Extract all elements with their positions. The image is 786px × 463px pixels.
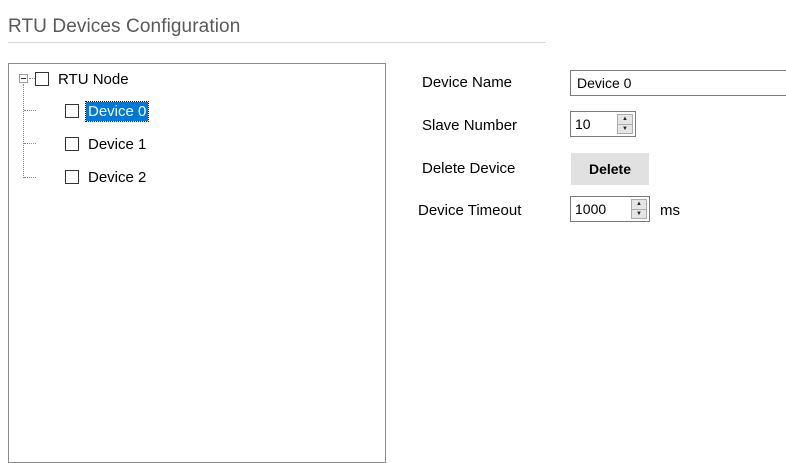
stepper-buttons[interactable]: ▲ ▼ <box>631 199 647 219</box>
tree-checkbox[interactable] <box>35 72 49 86</box>
tree-item-label[interactable]: Device 1 <box>86 135 148 154</box>
device-timeout-value[interactable]: 1000 <box>571 201 631 217</box>
increment-icon[interactable]: ▲ <box>632 200 646 209</box>
timeout-unit: ms <box>660 202 680 219</box>
delete-device-label: Delete Device <box>422 160 516 177</box>
tree-item-label[interactable]: Device 0 <box>84 100 150 122</box>
tree-checkbox[interactable] <box>65 104 79 118</box>
tree-item-rtu-node[interactable]: RTU Node <box>35 68 131 90</box>
slave-number-stepper[interactable]: 10 ▲ ▼ <box>570 111 636 137</box>
device-name-label: Device Name <box>422 74 513 91</box>
slave-number-value[interactable]: 10 <box>571 116 617 132</box>
stepper-buttons[interactable]: ▲ ▼ <box>617 114 633 134</box>
device-timeout-label: Device Timeout <box>418 202 522 219</box>
title-divider <box>8 42 546 43</box>
tree-item-label[interactable]: Device 2 <box>86 168 148 187</box>
tree-item-label[interactable]: RTU Node <box>56 70 131 89</box>
device-tree[interactable]: RTU Node Device 0 Device 1 Device 2 <box>8 63 386 463</box>
device-name-input[interactable] <box>570 70 786 96</box>
section-title: RTU Devices Configuration <box>8 16 241 37</box>
tree-item-device-1[interactable]: Device 1 <box>65 133 148 155</box>
tree-item-device-0[interactable]: Device 0 <box>65 100 150 122</box>
tree-connector <box>24 110 36 111</box>
tree-checkbox[interactable] <box>65 170 79 184</box>
collapse-icon[interactable] <box>19 74 28 83</box>
increment-icon[interactable]: ▲ <box>618 115 632 124</box>
tree-checkbox[interactable] <box>65 137 79 151</box>
device-timeout-stepper[interactable]: 1000 ▲ ▼ <box>570 196 650 222</box>
tree-connector <box>24 143 36 144</box>
tree-item-device-2[interactable]: Device 2 <box>65 166 148 188</box>
decrement-icon[interactable]: ▼ <box>618 123 632 133</box>
tree-connector <box>23 84 24 178</box>
tree-connector <box>24 177 36 178</box>
delete-button[interactable]: Delete <box>571 153 649 185</box>
slave-number-label: Slave Number <box>422 117 518 134</box>
decrement-icon[interactable]: ▼ <box>632 208 646 218</box>
